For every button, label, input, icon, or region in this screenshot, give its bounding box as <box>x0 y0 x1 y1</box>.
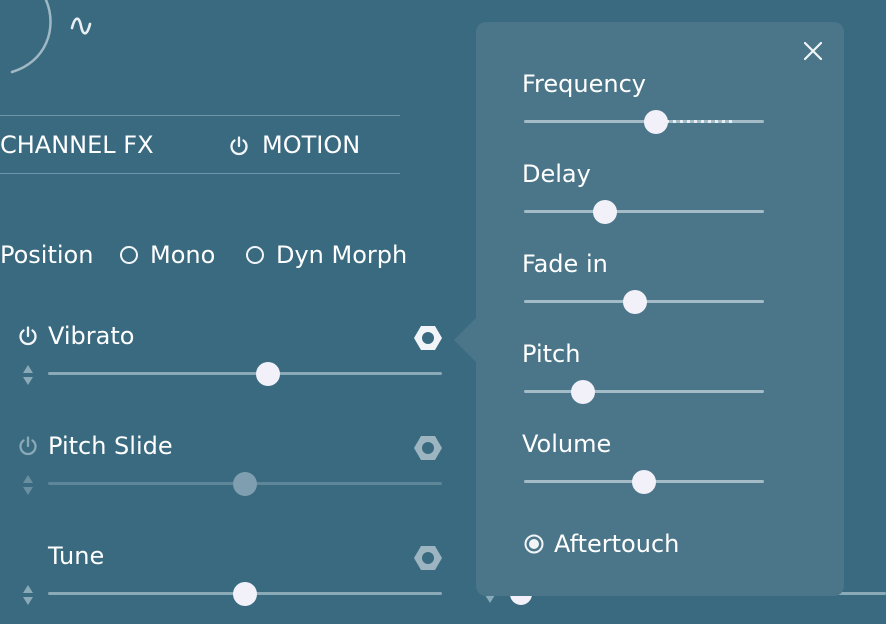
fade-in-label: Fade in <box>522 250 608 278</box>
volume-slider-thumb[interactable] <box>632 470 656 494</box>
pitch-label: Pitch <box>522 340 581 368</box>
frequency-label: Frequency <box>522 70 646 98</box>
tune-label: Tune <box>48 542 105 570</box>
vibrato-label: Vibrato <box>48 322 135 350</box>
vibrato-hex-nut-icon[interactable] <box>413 323 443 353</box>
tune-slider-thumb[interactable] <box>233 582 257 606</box>
tabs-divider-bottom <box>0 173 400 174</box>
aftertouch-radio[interactable] <box>523 533 545 555</box>
pitch-slide-power-icon[interactable] <box>17 435 39 457</box>
fade-in-slider-thumb[interactable] <box>623 290 647 314</box>
vibrato-slider-track[interactable] <box>48 372 442 375</box>
pitch-slider-thumb[interactable] <box>571 380 595 404</box>
volume-label: Volume <box>522 430 612 458</box>
tune-up-down-arrows-icon[interactable] <box>22 584 34 606</box>
knob-arc[interactable] <box>0 0 60 80</box>
sine-wave-icon <box>70 17 92 35</box>
delay-label: Delay <box>522 160 591 188</box>
pitch-slide-hex-nut-icon[interactable] <box>413 433 443 463</box>
delay-slider-track[interactable] <box>524 210 764 213</box>
close-icon[interactable] <box>802 40 824 62</box>
tabs-divider-top <box>0 115 400 116</box>
pitch-slide-slider-thumb[interactable] <box>233 472 257 496</box>
frequency-dotted-range <box>666 120 732 123</box>
tune-hex-nut-icon[interactable] <box>413 543 443 573</box>
pitch-slider-track[interactable] <box>524 390 764 393</box>
vibrato-up-down-arrows-icon[interactable] <box>22 364 34 386</box>
pitch-slide-up-down-arrows-icon[interactable] <box>22 474 34 496</box>
pitch-slide-label: Pitch Slide <box>48 432 173 460</box>
dyn-morph-radio[interactable] <box>246 246 264 264</box>
power-icon[interactable] <box>228 135 250 157</box>
tab-channel-fx[interactable]: CHANNEL FX <box>0 131 154 159</box>
mono-radio[interactable] <box>120 246 138 264</box>
frequency-slider-thumb[interactable] <box>644 110 668 134</box>
delay-slider-thumb[interactable] <box>593 200 617 224</box>
option-dyn-morph-label[interactable]: Dyn Morph <box>276 241 407 269</box>
vibrato-slider-thumb[interactable] <box>256 362 280 386</box>
option-position[interactable]: Position <box>0 241 93 269</box>
vibrato-settings-popup: Frequency Delay Fade in Pitch Volume Aft… <box>476 22 844 596</box>
aftertouch-label[interactable]: Aftertouch <box>554 530 679 558</box>
option-mono-label[interactable]: Mono <box>150 241 215 269</box>
vibrato-power-icon[interactable] <box>17 325 39 347</box>
tab-motion[interactable]: MOTION <box>262 131 360 159</box>
popup-pointer <box>454 318 476 362</box>
